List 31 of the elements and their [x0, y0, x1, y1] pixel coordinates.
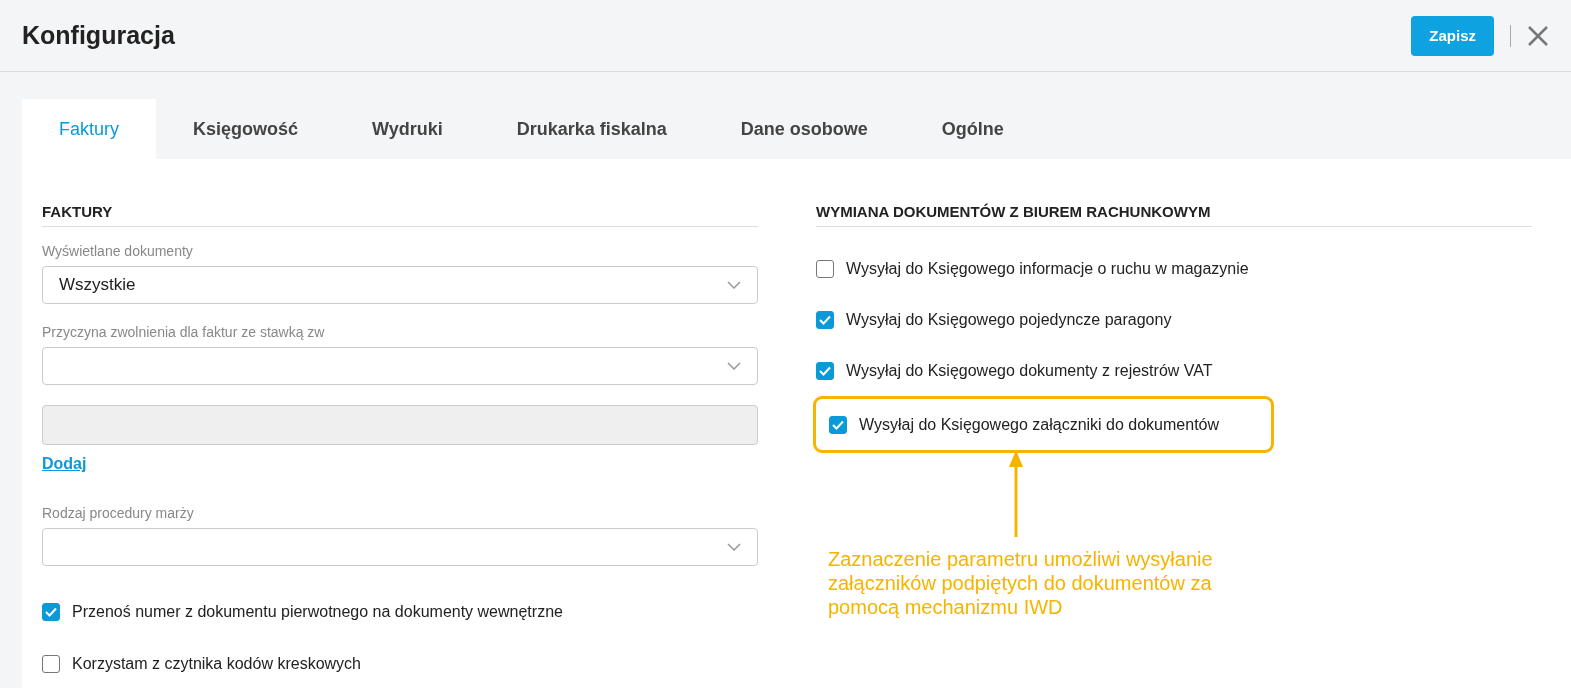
checkbox-label: Wysyłaj do Księgowego informacje o ruchu w magazynie [846, 259, 1249, 278]
checkbox[interactable] [816, 310, 834, 329]
close-icon[interactable] [1527, 24, 1549, 47]
chevron-down-icon [727, 362, 741, 370]
section-title: WYMIANA DOKUMENTÓW Z BIUREM RACHUNKOWYM [816, 159, 1532, 227]
tab[interactable]: Ogólne [904, 99, 1041, 159]
checkbox[interactable] [42, 603, 60, 621]
tab[interactable]: Księgowość [156, 99, 336, 159]
checkbox-label: Wysyłaj do Księgowego pojedyncze paragony [846, 310, 1172, 329]
field-label: Wyświetlane dokumenty [42, 243, 194, 259]
checkbox[interactable] [816, 259, 834, 278]
tab[interactable]: Wydruki [335, 99, 480, 159]
chevron-down-icon [727, 543, 741, 551]
checkbox-label: Wysyłaj do Księgowego załączniki do dokumentów [859, 415, 1220, 434]
dropdown-field[interactable]: Wszystkie [42, 266, 758, 304]
tab[interactable]: Drukarka fiskalna [479, 99, 704, 159]
page-title: Konfiguracja [22, 21, 176, 50]
checkbox[interactable] [42, 655, 60, 673]
chevron-down-icon [727, 281, 741, 289]
tab[interactable]: Dane osobowe [703, 99, 905, 159]
dropdown-field[interactable] [42, 528, 758, 566]
checkbox-label: Wysyłaj do Księgowego dokumenty z rejestrów VAT [846, 361, 1213, 380]
field-label: Rodzaj procedury marży [42, 505, 195, 521]
checkbox-label: Przenoś numer z dokumentu pierwotnego na dokumenty wewnętrzne [72, 603, 563, 621]
dropdown-field[interactable] [42, 347, 758, 385]
checkbox[interactable] [816, 361, 834, 380]
checkbox[interactable] [829, 415, 847, 434]
field-label: Przyczyna zwolnienia dla faktur ze stawką zw [42, 324, 326, 340]
checkbox-label: Korzystam z czytnika kodów kreskowych [72, 655, 361, 673]
section-title: FAKTURY [42, 159, 758, 227]
annotation-text: Zaznaczenie parametru umożliwi wysyłanie załączników podpiętych do dokumentów za pomocą mechanizmu IWD [828, 547, 1214, 619]
